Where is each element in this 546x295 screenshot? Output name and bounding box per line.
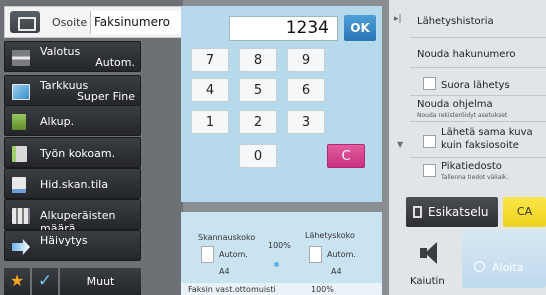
original-label: Alkup. [40,115,75,128]
original-count-button[interactable]: Alkuperäisten määrä [4,199,141,235]
job-build-icon [12,146,27,162]
slow-scan-icon [12,177,26,193]
scroll-down-icon[interactable]: ▼ [397,140,407,150]
direct-send-checkbox[interactable] [423,77,436,90]
preview-label: Esikatselu [428,205,489,219]
resolution-value: Super Fine [76,90,135,103]
collapse-panel-icon[interactable]: ▸| [394,14,406,28]
job-build-label: Työn kokoam. [40,147,116,160]
same-image-label: Lähetä sama kuva kuin faksiosoite [441,127,533,151]
exposure-value: Autom. [95,56,135,69]
scan-mode: Autom. [219,250,248,259]
send-document-icon [309,246,322,263]
recall-program-subtitle: Nouda rekisteröidyt asetukset [417,112,508,119]
memory-value: 100% [311,285,334,294]
direct-send-label: Suora lähetys [441,80,510,91]
fax-number-display[interactable]: 1234 [229,16,338,41]
quick-file-subtitle: Tallenna tiedot väliaik. [441,174,509,181]
send-paper-size: A4 [331,267,342,276]
recall-program-title[interactable]: Nouda ohjelma [417,99,493,110]
job-build-button[interactable]: Työn kokoam. [4,137,141,168]
start-label: Aloita [492,261,524,274]
preview-icon [413,206,422,218]
clear-all-button[interactable]: CA [503,197,546,227]
original-count-icon [12,208,30,224]
key-9[interactable]: 9 [287,48,325,72]
same-image-checkbox[interactable] [423,135,436,148]
divider [410,67,546,68]
original-icon [12,114,26,130]
quick-file-checkbox[interactable] [423,164,436,177]
direction-arrow-icon [274,262,279,267]
favorite-star-icon[interactable]: ★ [4,268,30,295]
resolution-icon [12,84,30,100]
erase-label: Häivytys [40,234,88,247]
exposure-label: Valotus [40,45,81,58]
send-history-item[interactable]: Lähetyshistoria [417,16,494,27]
divider [410,121,546,122]
send-size-label: Lähetyskoko [305,231,355,240]
preview-button[interactable]: Esikatselu [406,197,498,227]
divider [410,37,546,38]
key-5[interactable]: 5 [239,78,277,102]
key-8[interactable]: 8 [239,48,277,72]
scan-size-label: Skannauskoko [198,233,256,242]
address-input[interactable]: Faksinumero [90,11,182,34]
start-icon [474,261,485,272]
ratio-value: 100% [268,241,291,250]
send-mode: Autom. [327,250,356,259]
key-2[interactable]: 2 [239,110,277,134]
slow-scan-label: Hid.skan.tila [40,178,109,191]
scan-document-icon [201,246,214,263]
scan-paper-size: A4 [219,267,230,276]
check-icon[interactable]: ✓ [32,268,58,295]
key-4[interactable]: 4 [191,78,229,102]
memory-status: Faksin vast.ottomuisti 100% [181,283,382,295]
address-label: Osoite [52,16,88,29]
speaker-button[interactable]: Kaiutin [406,238,454,287]
other-button[interactable]: Muut [60,268,141,295]
divider [410,157,546,158]
erase-icon [12,239,30,255]
speaker-cone-icon [425,242,437,264]
key-0[interactable]: 0 [239,144,277,168]
original-button[interactable]: Alkup. [4,105,141,136]
resolution-button[interactable]: Tarkkuus Super Fine [4,75,141,106]
clear-button[interactable]: C [327,144,365,168]
settings-column: Osoite Faksinumero Valotus Autom. Tarkku… [0,0,183,295]
key-6[interactable]: 6 [287,78,325,102]
ok-button[interactable]: OK [344,15,376,41]
address-book-icon[interactable] [10,11,40,33]
exposure-icon [12,50,30,66]
divider [410,95,546,96]
key-1[interactable]: 1 [191,110,229,134]
key-3[interactable]: 3 [287,110,325,134]
memory-label: Faksin vast.ottomuisti [188,285,276,294]
erase-button[interactable]: Häivytys [4,230,141,261]
start-button[interactable]: Aloita [462,230,546,288]
speaker-label: Kaiutin [410,276,445,287]
numeric-keypad-panel: 1234 OK 7 8 9 4 5 6 1 2 3 0 C [181,6,382,202]
quick-file-title: Pikatiedosto [441,161,502,172]
recall-number-item[interactable]: Nouda hakunumero [417,49,515,60]
exposure-button[interactable]: Valotus Autom. [4,41,141,72]
bottom-bar: ★ ✓ Muut [4,268,141,295]
slow-scan-button[interactable]: Hid.skan.tila [4,168,141,199]
key-7[interactable]: 7 [191,48,229,72]
address-row: Osoite Faksinumero [4,6,182,38]
